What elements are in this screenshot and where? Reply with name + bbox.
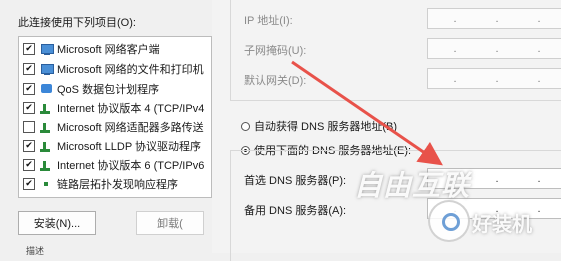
subnet-mask-label: 子网掩码(U):: [244, 45, 307, 57]
checkbox[interactable]: ✔: [23, 82, 35, 95]
list-item[interactable]: ✔ Internet 协议版本 4 (TCP/IPv4: [23, 99, 204, 116]
list-item[interactable]: ✔ Microsoft LLDP 协议驱动程序: [23, 137, 201, 154]
list-item-label: Microsoft 网络的文件和打印机: [57, 63, 204, 76]
uninstall-button[interactable]: 卸载(: [136, 211, 204, 235]
list-item-label: Internet 协议版本 4 (TCP/IPv4: [57, 102, 205, 115]
list-item[interactable]: ✔ QoS 数据包计划程序: [23, 80, 159, 97]
network-protocol-icon: [40, 102, 54, 114]
list-item[interactable]: ✔ Internet 协议版本 6 (TCP/IPv6: [23, 156, 204, 173]
list-item-label: Microsoft 网络适配器多路传送: [57, 121, 204, 134]
watermark-subtext: 好装机: [472, 214, 532, 236]
watermark-text: 自由互联: [354, 170, 471, 201]
checkbox[interactable]: [23, 120, 35, 133]
default-gateway-field[interactable]: ...: [427, 68, 561, 89]
checkbox[interactable]: ✔: [23, 158, 35, 171]
list-item-label: QoS 数据包计划程序: [57, 83, 160, 96]
radio-circle[interactable]: [241, 121, 250, 131]
list-item-label: 链路层拓扑发现响应程序: [57, 178, 178, 191]
list-item-label: Microsoft 网络客户端: [57, 43, 160, 56]
checkbox[interactable]: ✔: [23, 101, 35, 114]
network-protocol-icon: [40, 159, 54, 171]
network-protocol-icon: [40, 121, 54, 133]
qos-icon: [40, 83, 54, 95]
connection-items-label: 此连接使用下列项目(O):: [18, 17, 136, 29]
list-item[interactable]: Microsoft 网络适配器多路传送: [23, 118, 204, 135]
list-item-label: Internet 协议版本 6 (TCP/IPv6: [57, 159, 205, 172]
ip-address-field[interactable]: ...: [427, 8, 561, 29]
auto-dns-radio[interactable]: 自动获得 DNS 服务器地址(B): [241, 118, 397, 134]
watermark-logo-icon: [428, 200, 470, 242]
computer-icon: [40, 63, 54, 75]
alternate-dns-label: 备用 DNS 服务器(A):: [244, 205, 347, 217]
auto-dns-label: 自动获得 DNS 服务器地址(B): [254, 121, 397, 133]
checkbox[interactable]: ✔: [23, 42, 35, 55]
checkbox[interactable]: ✔: [23, 62, 35, 75]
subnet-mask-field[interactable]: ...: [427, 38, 561, 59]
network-protocol-icon: [40, 178, 54, 190]
adapter-properties-panel: 此连接使用下列项目(O): ✔ Microsoft 网络客户端 ✔ Micros…: [0, 0, 213, 256]
list-item[interactable]: ✔ Microsoft 网络客户端: [23, 40, 160, 57]
description-label: 描述: [26, 246, 45, 256]
network-protocol-icon: [40, 140, 54, 152]
list-item[interactable]: ✔ Microsoft 网络的文件和打印机: [23, 60, 204, 77]
checkbox[interactable]: ✔: [23, 139, 35, 152]
list-item[interactable]: ✔ 链路层拓扑发现响应程序: [23, 175, 178, 192]
checkbox[interactable]: ✔: [23, 177, 35, 190]
connection-items-list: ✔ Microsoft 网络客户端 ✔ Microsoft 网络的文件和打印机 …: [18, 36, 212, 198]
list-item-label: Microsoft LLDP 协议驱动程序: [57, 140, 202, 153]
computer-icon: [40, 43, 54, 55]
install-button[interactable]: 安装(N)...: [18, 211, 96, 235]
default-gateway-label: 默认网关(D):: [244, 75, 307, 87]
preferred-dns-label: 首选 DNS 服务器(P):: [244, 175, 347, 187]
ip-address-label: IP 地址(I):: [244, 15, 293, 27]
